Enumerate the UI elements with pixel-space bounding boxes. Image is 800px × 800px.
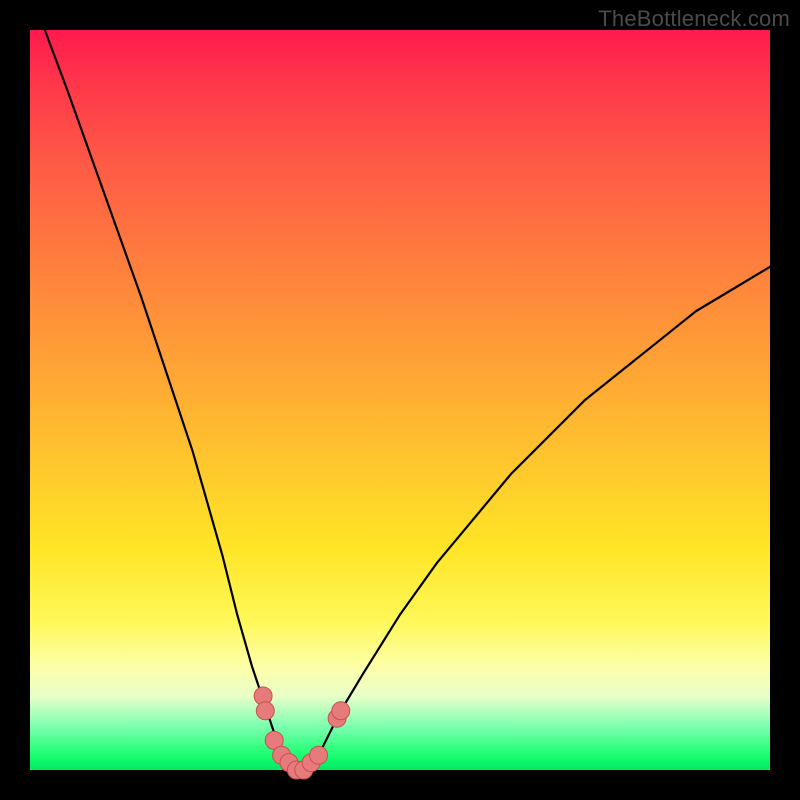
watermark-label: TheBottleneck.com	[598, 6, 790, 32]
curve-markers	[254, 687, 350, 779]
bottleneck-curve	[45, 30, 770, 770]
chart-svg	[30, 30, 770, 770]
chart-plot-area	[30, 30, 770, 770]
chart-frame: TheBottleneck.com	[0, 0, 800, 800]
curve-marker	[256, 702, 274, 720]
curve-marker	[310, 746, 328, 764]
curve-marker	[332, 702, 350, 720]
